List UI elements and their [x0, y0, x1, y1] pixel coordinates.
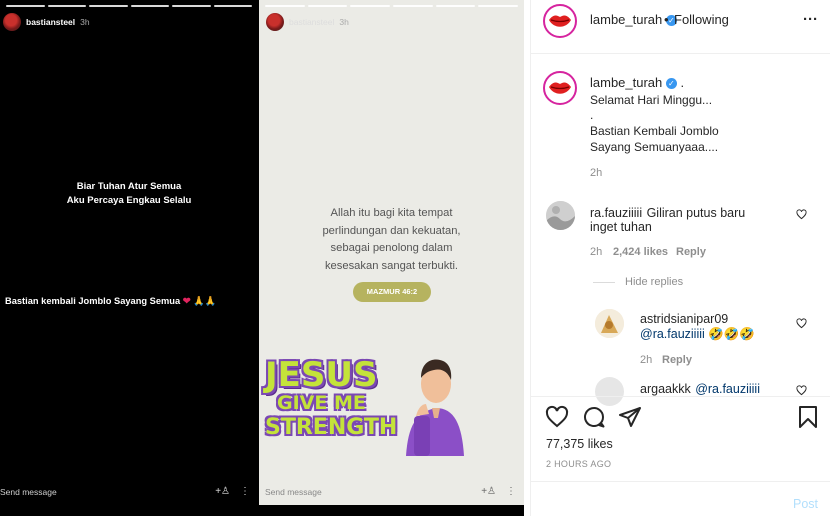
more-options-icon[interactable]: ···: [803, 11, 818, 28]
comment-bubble-icon[interactable]: [582, 405, 606, 429]
verse-line: perlindungan dan kekuatan,: [322, 224, 461, 237]
divider-line: [593, 281, 615, 283]
lips-icon: [549, 82, 571, 94]
following-button[interactable]: Following: [674, 12, 729, 27]
story-text-line: Aku Percaya Engkau Selalu: [66, 195, 192, 206]
caption-line: Selamat Hari Minggu...: [590, 93, 713, 107]
praying-man-sticker: [406, 359, 464, 456]
verse-line: sebagai penolong dalam: [330, 242, 453, 254]
more-vertical-icon: ⋮: [506, 486, 516, 497]
send-message-field: Send message: [265, 487, 322, 497]
praying-hands-emoji-icon: 🙏🙏: [193, 296, 217, 306]
caption-time[interactable]: 2h: [590, 167, 602, 179]
add-person-icon: +♙: [215, 486, 230, 497]
hide-replies-button[interactable]: Hide replies: [593, 276, 683, 288]
caption-suffix: .: [680, 75, 685, 90]
heart-outline-icon[interactable]: [796, 385, 807, 396]
story-caption-text: Bastian kembali Jomblo Sayang Semua: [5, 296, 181, 306]
caption-line: .: [590, 108, 594, 122]
commenter-avatar[interactable]: [546, 201, 575, 230]
lips-icon: [549, 15, 571, 27]
post-media[interactable]: bastiansteel 3h Biar Tuhan Atur Semua Ak…: [0, 0, 524, 516]
post-actions: 77,375 likes 2 HOURS AGO Post: [531, 396, 830, 516]
more-vertical-icon: ⋮: [240, 486, 250, 497]
comment-likes[interactable]: 2,424 likes: [613, 246, 668, 258]
comment-text: Giliran putus baru: [646, 206, 746, 220]
likes-count[interactable]: 77,375 likes: [546, 437, 613, 451]
story-username: bastiansteel: [289, 17, 335, 27]
post-side-panel: lambe_turah ✓ • Following ··· lambe_tura…: [530, 0, 830, 516]
comment-text: @ra.fauziiiii 🤣🤣🤣: [640, 327, 755, 341]
comment-text: @ra.fauziiiii: [695, 382, 760, 396]
story-time: 3h: [339, 17, 349, 27]
story-progress-bar: [6, 5, 252, 7]
verified-badge-icon: ✓: [665, 78, 677, 90]
post-timestamp[interactable]: 2 HOURS AGO: [546, 459, 611, 469]
caption-line: Sayang Semuanyaaa....: [590, 140, 719, 154]
reply-button[interactable]: Reply: [676, 246, 706, 258]
add-person-icon: +♙: [481, 486, 496, 497]
add-comment-bar[interactable]: Post: [531, 481, 830, 516]
hide-replies-label[interactable]: Hide replies: [625, 276, 683, 288]
reply-button[interactable]: Reply: [662, 354, 692, 366]
comment-username[interactable]: ra.fauziiiii: [590, 206, 642, 220]
caption-username[interactable]: lambe_turah: [590, 75, 662, 90]
comment-text: inget tuhan: [590, 220, 652, 234]
bible-verse: Allah itu bagi kita tempat perlindungan …: [259, 205, 524, 275]
comment-time[interactable]: 2h: [640, 354, 652, 366]
comment-username[interactable]: argaakkk: [640, 382, 691, 396]
story-screenshot-1: bastiansteel 3h Biar Tuhan Atur Semua Ak…: [0, 0, 258, 505]
story-footer: Send message +♙ ⋮: [259, 483, 524, 497]
separator-dot: •: [664, 12, 669, 27]
story-time: 3h: [80, 17, 90, 27]
comment-username[interactable]: astridsianipar09: [640, 312, 728, 326]
story-progress-bar: [265, 5, 519, 7]
commenter-avatar[interactable]: [595, 309, 624, 338]
share-paper-plane-icon[interactable]: [618, 405, 642, 429]
send-message-field: Send message: [0, 487, 57, 497]
verse-line: Allah itu bagi kita tempat: [330, 207, 453, 219]
caption-header: lambe_turah ✓ .: [590, 75, 684, 90]
story-header: bastiansteel 3h: [3, 13, 90, 31]
bookmark-icon[interactable]: [797, 405, 819, 429]
story-username: bastiansteel: [26, 17, 76, 27]
comment-time[interactable]: 2h: [590, 246, 602, 258]
story-avatar: [3, 13, 21, 31]
story-caption: Bastian kembali Jomblo Sayang Semua ❤ 🙏🙏: [5, 296, 216, 307]
user-avatar[interactable]: [543, 4, 577, 38]
post-header: lambe_turah ✓ • Following ···: [531, 0, 830, 54]
caption-line: Bastian Kembali Jomblo: [590, 124, 719, 138]
story-text-line: Biar Tuhan Atur Semua: [76, 181, 182, 192]
caption-avatar[interactable]: [543, 71, 577, 105]
post-comment-button[interactable]: Post: [793, 497, 818, 511]
story-header: bastiansteel 3h: [266, 13, 349, 31]
avatar-image-icon: [595, 309, 624, 338]
heart-emoji-icon: ❤: [182, 296, 191, 306]
story-screenshot-2: bastiansteel 3h Allah itu bagi kita temp…: [259, 0, 524, 505]
verse-reference-badge: MAZMUR 46:2: [353, 282, 431, 302]
heart-outline-icon[interactable]: [796, 209, 807, 220]
avatar-image-icon: [546, 201, 575, 230]
verse-line: kesesakan sangat terbukti.: [324, 259, 459, 272]
heart-outline-icon[interactable]: [796, 318, 807, 329]
story-footer: Send message +♙ ⋮: [0, 483, 258, 497]
story-avatar: [266, 13, 284, 31]
like-heart-icon[interactable]: [545, 405, 569, 429]
